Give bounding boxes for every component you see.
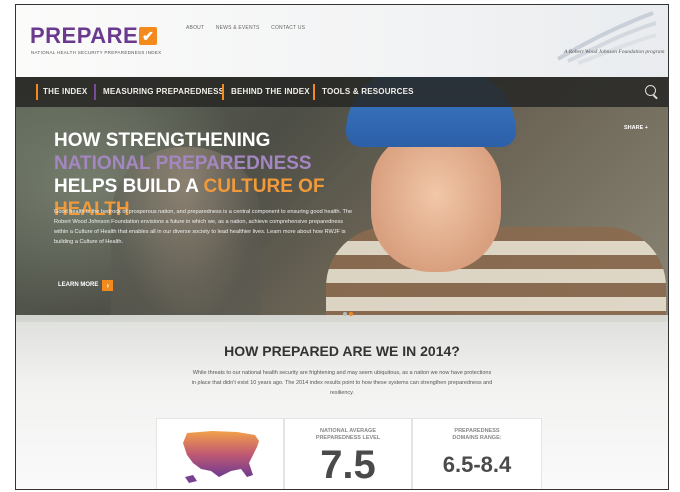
arrow-right-icon: › xyxy=(102,280,114,291)
national-average-label: NATIONAL AVERAGE PREPAREDNESS LEVEL xyxy=(315,428,381,441)
national-average-value: 7.5 xyxy=(320,443,376,487)
nav-item-measuring-preparedness[interactable]: MEASURING PREPAREDNESS xyxy=(103,87,224,96)
wing-logo-icon xyxy=(556,11,657,65)
carousel-dot[interactable] xyxy=(343,312,347,316)
nav-accent-bar xyxy=(94,84,96,100)
top-links: ABOUT NEWS & EVENTS CONTACT US xyxy=(186,25,315,31)
section-text: While threats to our national health sec… xyxy=(191,370,493,396)
stats-cards: NATIONAL AVERAGE PREPAREDNESS LEVEL 7.5 … xyxy=(156,418,542,489)
check-icon: ✔ xyxy=(139,27,158,45)
nav-item-the-index[interactable]: THE INDEX xyxy=(43,87,87,96)
logo-subtitle: NATIONAL HEALTH SECURITY PREPAREDNESS IN… xyxy=(31,50,162,55)
domains-range-label: PREPAREDNESS DOMAINS RANGE: xyxy=(452,428,502,441)
browser-frame: HOW STRENGTHENING NATIONAL PREPAREDNESS … xyxy=(15,4,669,490)
logo[interactable]: PREPARE ✔ xyxy=(30,23,158,49)
nav-accent-bar xyxy=(222,84,224,100)
domains-range-value: 6.5-8.4 xyxy=(442,452,512,477)
carousel-dots xyxy=(342,303,354,321)
section-title: HOW PREPARED ARE WE IN 2014? xyxy=(224,343,460,359)
domains-range-card[interactable]: PREPAREDNESS DOMAINS RANGE: 6.5-8.4 xyxy=(412,418,542,489)
hero-body-text: Good health is the bedrock of prosperous… xyxy=(54,209,353,245)
top-link-about[interactable]: ABOUT xyxy=(186,25,204,31)
hero-photo-shirt xyxy=(326,227,666,322)
main-nav: THE INDEX MEASURING PREPAREDNESS BEHIND … xyxy=(16,77,668,107)
hero-banner: HOW STRENGTHENING NATIONAL PREPAREDNESS … xyxy=(16,77,668,322)
nav-item-tools-resources[interactable]: TOOLS & RESOURCES xyxy=(322,87,414,96)
rwjf-partner-text: A Robert Wood Johnson Foundation program xyxy=(564,49,665,55)
top-link-news-events[interactable]: NEWS & EVENTS xyxy=(216,25,260,31)
site-header: PREPARE ✔ NATIONAL HEALTH SECURITY PREPAR… xyxy=(16,5,668,77)
nav-item-behind-the-index[interactable]: BEHIND THE INDEX xyxy=(231,87,310,96)
nav-accent-bar xyxy=(36,84,38,100)
nav-accent-bar xyxy=(313,84,315,100)
learn-more-button[interactable]: LEARN MORE › xyxy=(58,280,114,291)
hero-photo-child xyxy=(371,132,501,272)
search-icon[interactable] xyxy=(645,85,656,96)
share-button[interactable]: SHARE + xyxy=(624,125,648,131)
summary-section: HOW PREPARED ARE WE IN 2014? While threa… xyxy=(16,315,668,489)
top-link-contact[interactable]: CONTACT US xyxy=(271,25,305,31)
us-map-card[interactable] xyxy=(156,418,284,489)
national-average-card[interactable]: NATIONAL AVERAGE PREPAREDNESS LEVEL 7.5 xyxy=(284,418,412,489)
us-map-icon xyxy=(183,431,259,483)
carousel-dot-active[interactable] xyxy=(349,312,353,316)
